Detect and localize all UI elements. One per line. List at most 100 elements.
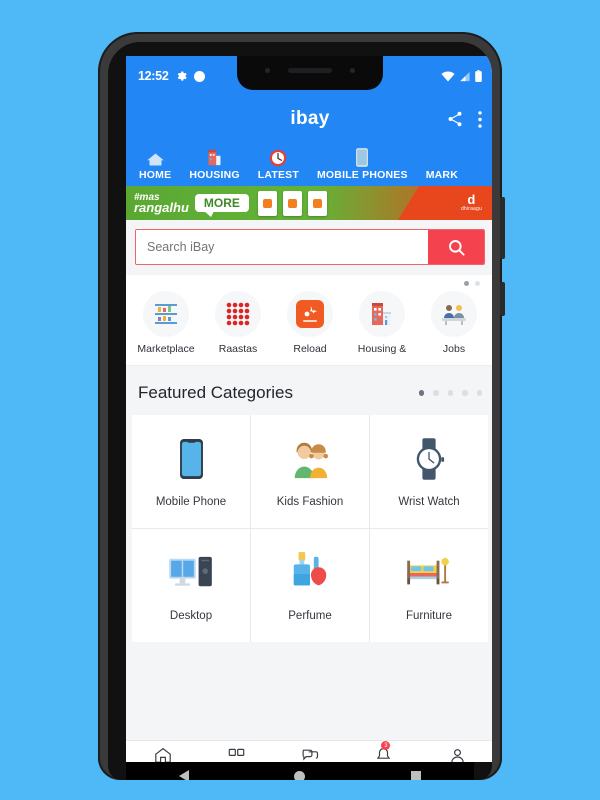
children-icon [287, 436, 333, 482]
promo-banner[interactable]: #mas rangalhu MORE d dhiraagu [126, 186, 492, 220]
promo-more-label: MORE [194, 194, 249, 217]
featured-categories-header: Featured Categories [126, 366, 492, 415]
share-icon[interactable] [446, 110, 464, 128]
categories-nav-icon [228, 748, 245, 756]
status-bar: 12:52 [126, 56, 492, 96]
more-vertical-icon[interactable] [478, 110, 482, 128]
featured-pagination[interactable] [418, 390, 482, 396]
phone-device-frame: 12:52 ibay HOME HOUSING LATEST MOBILE PH… [98, 32, 505, 780]
category-cell-kids-fashion[interactable]: Kids Fashion [251, 415, 369, 528]
shelf-icon [143, 291, 189, 337]
quick-item-marketplace[interactable]: Marketplace [130, 291, 202, 355]
quick-item-raastas[interactable]: Raastas [202, 291, 274, 355]
quick-item-housing-label: Housing & [357, 343, 407, 355]
quick-item-reload[interactable]: Reload [274, 291, 346, 355]
featured-dot-4[interactable] [462, 390, 468, 396]
featured-dot-3[interactable] [447, 390, 453, 396]
dhiraagu-logo-mark: d [467, 192, 476, 207]
category-cell-furniture[interactable]: Furniture [370, 529, 488, 642]
recents-square-icon[interactable] [411, 771, 422, 780]
featured-categories-grid: Mobile Phone Kids Fashion Wrist Watch De… [132, 415, 488, 642]
promo-card-1 [257, 190, 277, 216]
tab-home[interactable]: HOME [130, 148, 180, 186]
promo-card-3 [307, 190, 327, 216]
back-triangle-icon[interactable] [178, 770, 189, 780]
quick-item-raastas-label: Raastas [218, 343, 258, 355]
promo-hashtag: #mas rangalhu [126, 193, 189, 215]
category-cell-wrist-watch[interactable]: Wrist Watch [370, 415, 488, 528]
tab-home-label: HOME [139, 169, 172, 181]
bottom-nav-notifications[interactable]: 3 [347, 741, 421, 762]
category-cell-mobile-phone[interactable]: Mobile Phone [132, 415, 250, 528]
quick-access-section: Marketplace Raastas Reload Housing & Job… [126, 275, 492, 366]
home-icon [146, 148, 165, 167]
search-input[interactable] [136, 230, 428, 264]
bottom-nav-account[interactable] [420, 747, 492, 762]
category-label-mobile-phone: Mobile Phone [155, 495, 227, 508]
chat-nav-icon [302, 749, 319, 761]
people-desk-icon [431, 291, 477, 337]
tab-mobile-phones-label: MOBILE PHONES [316, 169, 408, 181]
bottom-nav-categories[interactable] [200, 747, 274, 762]
category-label-kids-fashion: Kids Fashion [276, 495, 344, 508]
search-bar[interactable] [135, 229, 485, 265]
volume-button[interactable] [500, 197, 505, 259]
quick-item-jobs[interactable]: Jobs [418, 291, 490, 355]
dhiraagu-logo-text: dhiraagu [460, 206, 482, 212]
promo-card-2 [282, 190, 302, 216]
grid-dots-icon [215, 291, 261, 337]
circle-icon [194, 70, 206, 82]
bottom-nav-chat[interactable] [273, 747, 347, 762]
smartphone-icon [179, 436, 204, 482]
category-cell-desktop[interactable]: Desktop [132, 529, 250, 642]
category-tab-bar[interactable]: HOME HOUSING LATEST MOBILE PHONES MARK [126, 142, 492, 186]
category-label-perfume: Perfume [288, 609, 332, 622]
building-icon [206, 148, 223, 167]
tab-mobile-phones[interactable]: MOBILE PHONES [308, 148, 417, 186]
tab-latest[interactable]: LATEST [249, 148, 308, 186]
promo-card-graphics [257, 190, 327, 216]
sensor-icon [350, 67, 355, 73]
watch-icon [412, 436, 446, 482]
promo-hashtag-line2: rangalhu [134, 200, 189, 215]
clock-icon [269, 148, 287, 167]
front-camera-icon [265, 67, 270, 73]
perfume-icon [289, 550, 331, 596]
quick-item-jobs-label: Jobs [442, 343, 466, 355]
quick-dot-1[interactable] [464, 281, 469, 286]
earpiece-speaker [288, 67, 332, 73]
tab-market[interactable]: MARK [417, 148, 467, 186]
category-label-desktop: Desktop [169, 609, 213, 622]
gear-icon [178, 71, 188, 81]
status-bar-clock: 12:52 [138, 69, 169, 83]
tab-latest-label: LATEST [257, 169, 299, 181]
quick-dot-2[interactable] [475, 281, 480, 286]
computer-icon [168, 550, 214, 596]
cellular-signal-icon [460, 71, 470, 81]
app-title: ibay [290, 108, 330, 129]
featured-categories-title: Featured Categories [138, 383, 293, 402]
category-label-wrist-watch: Wrist Watch [398, 495, 460, 508]
tab-housing[interactable]: HOUSING [180, 148, 248, 186]
featured-dot-2[interactable] [433, 390, 439, 396]
tab-housing-label: HOUSING [189, 169, 240, 181]
featured-dot-1[interactable] [418, 390, 424, 396]
wifi-icon [441, 70, 455, 81]
dhiraagu-hand-icon [287, 291, 333, 337]
power-button[interactable] [500, 282, 505, 316]
category-cell-perfume[interactable]: Perfume [251, 529, 369, 642]
search-button[interactable] [428, 230, 484, 264]
battery-icon [475, 70, 482, 82]
bottom-navigation-bar[interactable]: 3 [126, 740, 492, 762]
search-icon [448, 239, 465, 256]
quick-access-pagination[interactable] [464, 281, 480, 286]
dhiraagu-logo: d dhiraagu [460, 192, 482, 212]
home-nav-icon [154, 747, 171, 762]
display-notch [237, 56, 383, 90]
bottom-nav-home[interactable] [126, 747, 200, 762]
quick-item-housing[interactable]: Housing & [346, 291, 418, 355]
featured-dot-5[interactable] [476, 390, 482, 396]
phone-icon [356, 148, 369, 167]
home-circle-icon[interactable] [294, 770, 306, 780]
android-navigation-bar[interactable] [126, 762, 474, 780]
